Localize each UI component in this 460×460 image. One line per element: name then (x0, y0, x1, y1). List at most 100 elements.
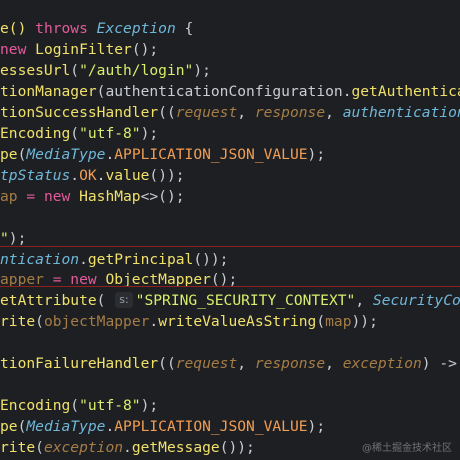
code-token: , (237, 355, 255, 372)
code-token: pe (0, 146, 18, 163)
code-token: response (254, 355, 326, 372)
code-token: ap (0, 188, 18, 205)
code-token: "utf-8" (79, 397, 141, 414)
code-line[interactable]: tionFailureHandler((request, response, e… (0, 353, 460, 375)
code-token: . (105, 418, 115, 435)
code-token: )); (351, 313, 378, 330)
code-token: = (17, 188, 44, 205)
code-token: LoginFilter (35, 41, 132, 58)
code-token: SecurityCon (372, 292, 460, 309)
code-token: exception (43, 439, 124, 456)
code-token: authentication (342, 104, 460, 121)
code-token: "/auth/login" (79, 62, 194, 79)
code-token: ( (70, 125, 80, 142)
code-token: ); (307, 146, 326, 163)
code-token: tpStatus (0, 167, 71, 184)
code-token: exception (342, 355, 422, 372)
code-token: ( (35, 439, 44, 456)
code-token: (); (131, 41, 159, 58)
code-token: ()); (149, 167, 185, 184)
code-token: Encoding (0, 397, 71, 414)
code-line[interactable]: ntication.getPrincipal()); (0, 249, 228, 271)
code-line[interactable]: apper = new ObjectMapper(); (0, 269, 237, 291)
watermark-text: @稀土掘金技术社区 (362, 443, 452, 454)
code-token: ( (316, 313, 326, 330)
code-token: tionManager (0, 83, 97, 100)
code-token: getPrincipal (87, 251, 194, 268)
code-token: ); (8, 230, 27, 247)
code-line[interactable]: pe(MediaType.APPLICATION_JSON_VALUE); (0, 416, 325, 438)
code-token: ) -> (421, 355, 457, 372)
strike-mark-top (0, 246, 460, 247)
code-token: (( (158, 104, 176, 121)
code-token: response (254, 104, 326, 121)
code-line[interactable]: etAttribute( s: "SPRING_SECURITY_CONTEXT"… (0, 290, 460, 312)
code-token: value (105, 167, 150, 184)
code-token: ); (307, 418, 326, 435)
code-token: , (325, 104, 343, 121)
code-token: etAttribute (0, 292, 97, 309)
code-line[interactable]: Encoding("utf-8"); (0, 123, 158, 145)
parameter-hint: s: (115, 292, 133, 308)
code-token: , (355, 292, 373, 309)
code-token: ntication (0, 251, 80, 268)
code-token: authenticationConfiguration (105, 83, 343, 100)
code-line[interactable]: rite(objectMapper.writeValueAsString(map… (0, 311, 378, 333)
code-token: getAuthentica (351, 83, 460, 100)
code-line[interactable]: ap = new HashMap<>(); (0, 186, 185, 208)
code-token: . (105, 146, 115, 163)
code-line[interactable]: tionSuccessHandler((request, response, a… (0, 102, 460, 124)
code-token: . (70, 167, 80, 184)
code-token: Exception (96, 20, 176, 37)
code-line[interactable]: new LoginFilter(); (0, 39, 158, 61)
code-token: ( (70, 62, 80, 79)
code-token: APPLICATION_JSON_VALUE (114, 418, 308, 435)
code-line[interactable]: rite(exception.getMessage()); (0, 437, 255, 459)
code-token: MediaType (26, 146, 106, 163)
code-token: . (149, 313, 159, 330)
code-line[interactable]: Encoding("utf-8"); (0, 395, 158, 417)
code-token: APPLICATION_JSON_VALUE (114, 146, 308, 163)
code-token: ( (35, 313, 44, 330)
code-token: Encoding (0, 125, 71, 142)
code-token: MediaType (26, 418, 106, 435)
strike-mark-bottom (0, 286, 460, 287)
code-token: . (123, 439, 132, 456)
code-token: ( (96, 292, 115, 309)
code-token: e() (0, 20, 36, 37)
code-token: throws (35, 20, 97, 37)
code-token: tionSuccessHandler (0, 104, 159, 121)
code-token: , (325, 355, 343, 372)
code-token: ); (193, 62, 211, 79)
code-token: { (175, 20, 194, 37)
code-token: tionFailureHandler (0, 355, 159, 372)
code-token: (( (158, 355, 176, 372)
code-token: map (325, 313, 352, 330)
code-token: ()); (193, 251, 229, 268)
code-token: ); (140, 125, 159, 142)
code-token: essesUrl (0, 62, 71, 79)
code-token: , (237, 104, 255, 121)
code-token: OK (79, 167, 97, 184)
code-line[interactable]: tpStatus.OK.value()); (0, 165, 185, 187)
code-line[interactable]: essesUrl("/auth/login"); (0, 60, 211, 82)
code-token: . (79, 251, 88, 268)
code-token: ( (70, 397, 80, 414)
code-token: "SPRING_SECURITY_CONTEXT" (135, 292, 356, 309)
code-line[interactable]: tionManager(authenticationConfiguration.… (0, 81, 460, 103)
code-token: objectMapper (43, 313, 150, 330)
code-token: new (0, 41, 36, 58)
code-line[interactable]: e() throws Exception { (0, 18, 193, 40)
code-token: request (175, 355, 238, 372)
code-line[interactable]: pe(MediaType.APPLICATION_JSON_VALUE); (0, 144, 325, 166)
code-editor[interactable]: e() throws Exception {new LoginFilter();… (0, 0, 460, 460)
code-token: new (43, 188, 80, 205)
code-token: rite (0, 439, 36, 456)
code-token: HashMap (79, 188, 141, 205)
code-token: rite (0, 313, 36, 330)
code-token: "utf-8" (79, 125, 141, 142)
code-token: ()); (219, 439, 255, 456)
code-token: request (175, 104, 238, 121)
code-token: ); (140, 397, 159, 414)
code-token: " (0, 230, 9, 247)
